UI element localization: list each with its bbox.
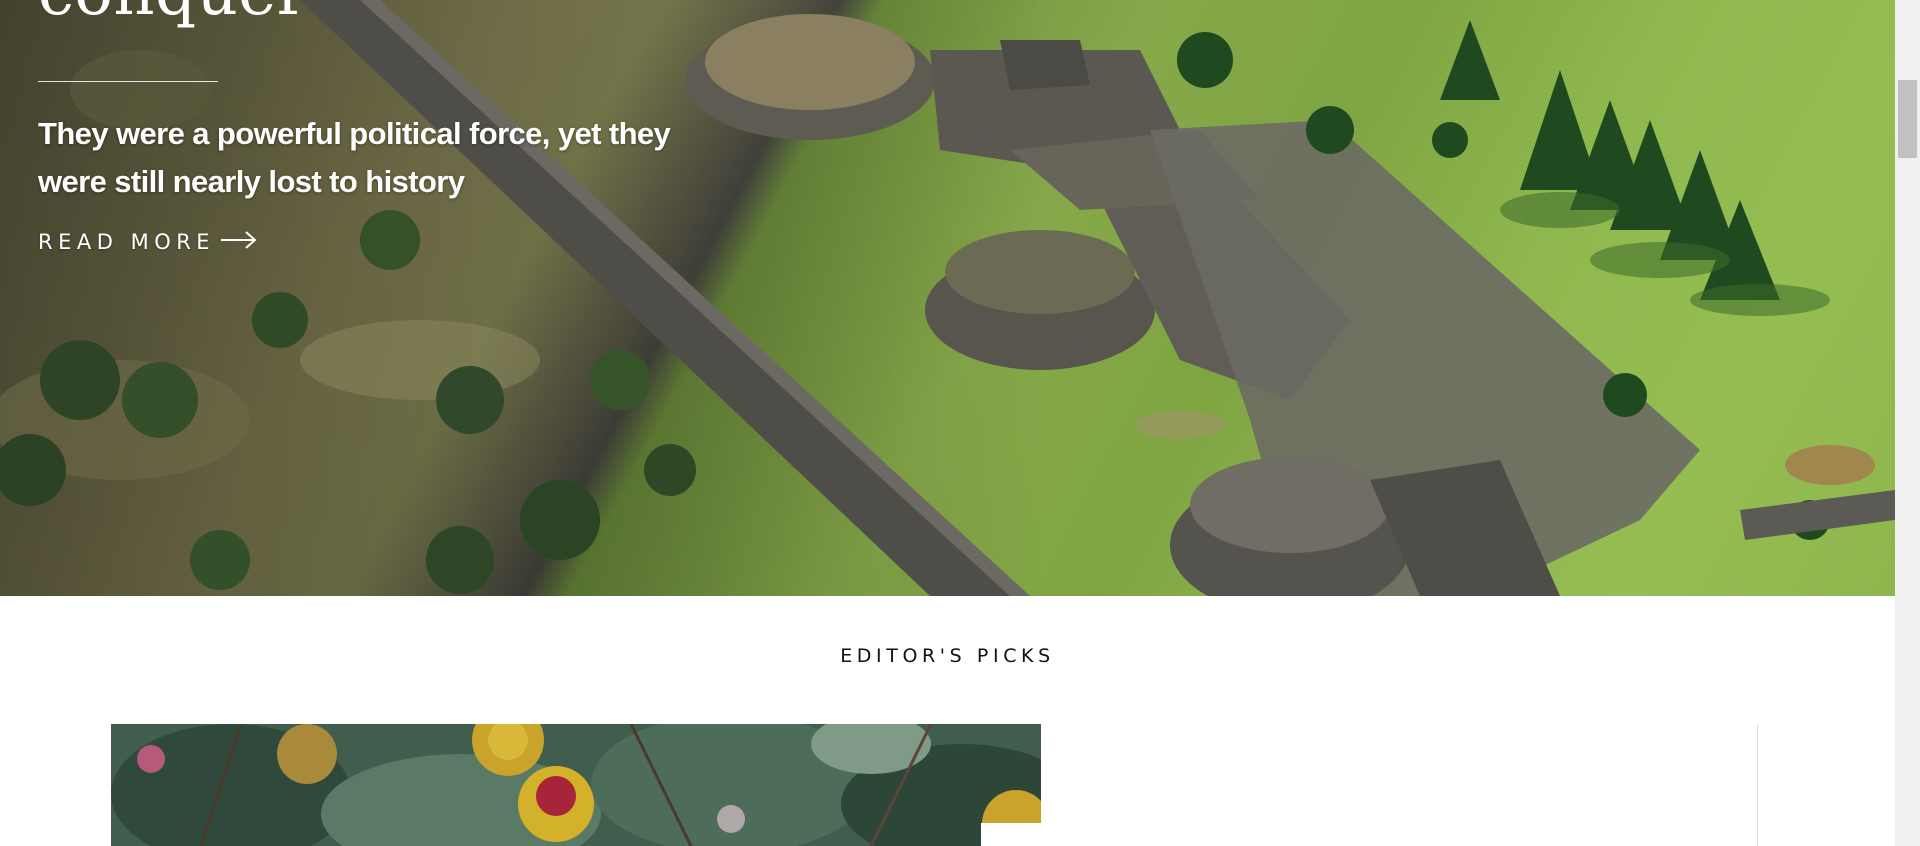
flower-photo [111,724,1041,846]
hero-banner[interactable]: conquer They were a powerful political f… [0,0,1895,596]
arrow-right-icon [219,230,259,254]
editors-picks-heading: EDITOR'S PICKS [840,645,1055,667]
scrollbar-thumb[interactable] [1898,80,1917,158]
hero-dek[interactable]: They were a powerful political force, ye… [38,110,738,206]
read-more-link[interactable]: READ MORE [38,230,259,254]
editors-pick-card-image[interactable] [111,724,1041,846]
hero-image [0,0,1895,596]
read-more-label: READ MORE [38,230,216,254]
hero-divider [38,81,218,82]
card-label-tab [981,823,1041,846]
column-divider [1757,724,1758,846]
hero-title[interactable]: conquer [38,0,308,30]
